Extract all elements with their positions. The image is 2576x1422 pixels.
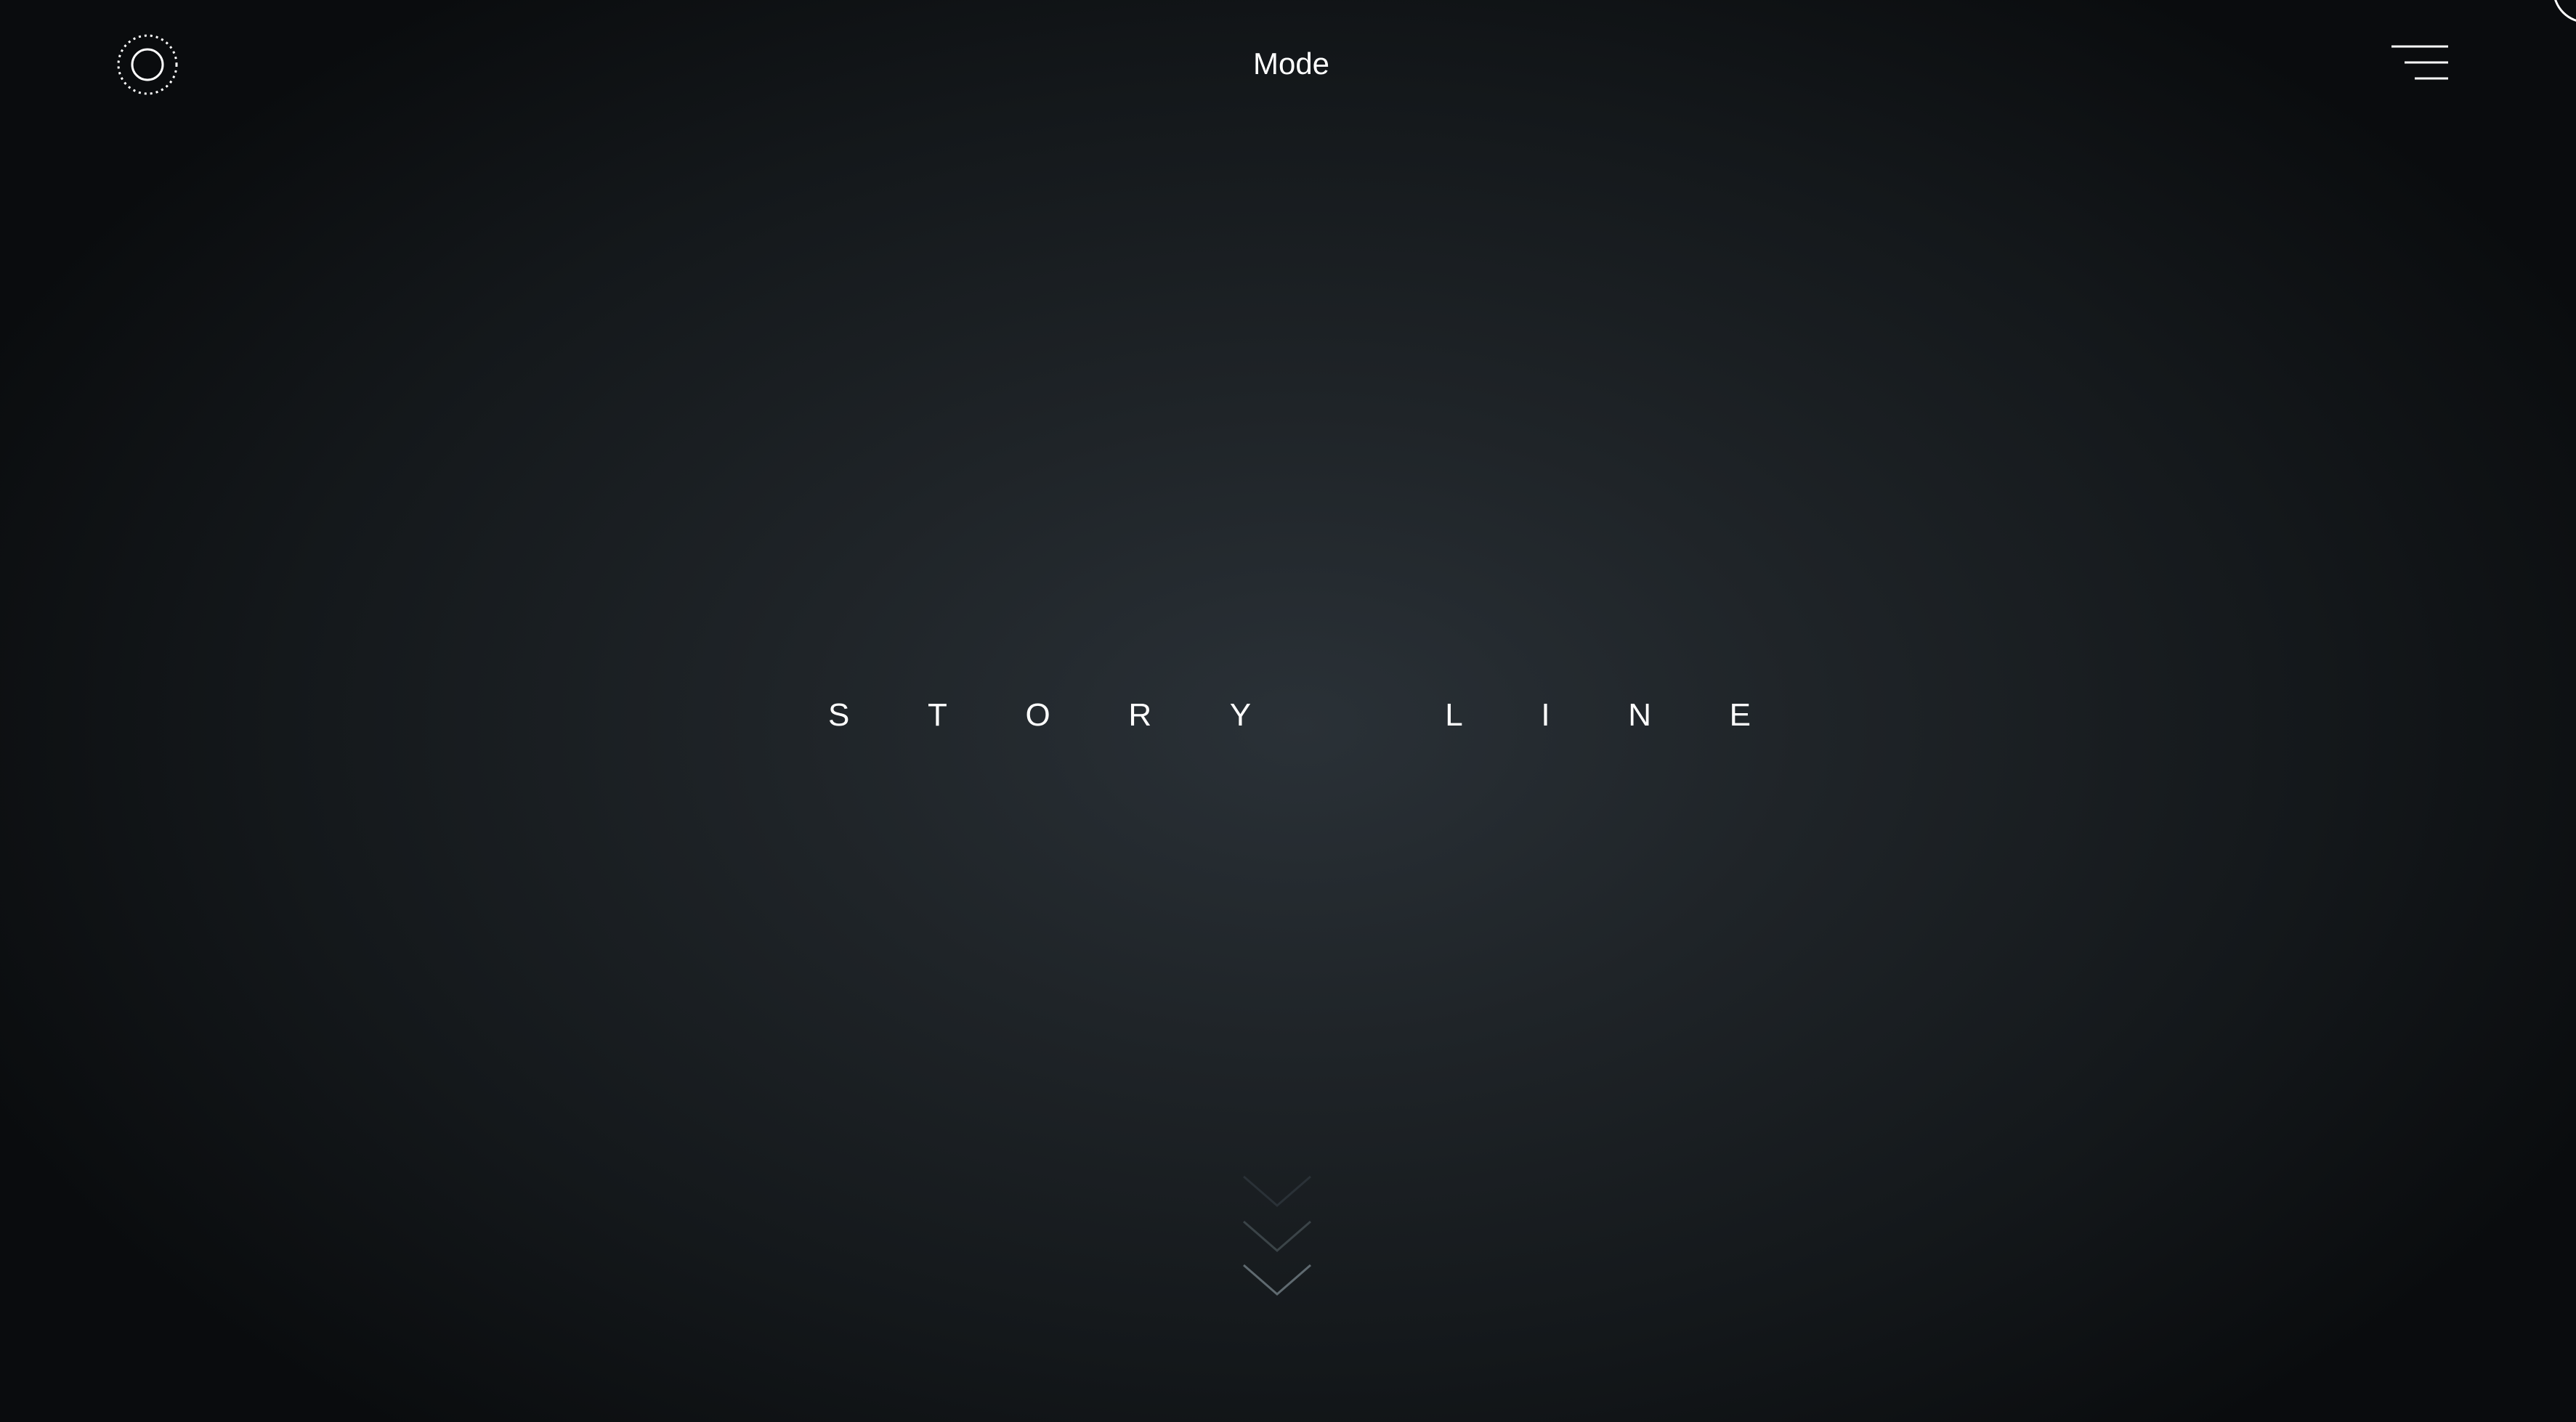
top-bar: Mode <box>0 0 2576 131</box>
page: Mode S T O R Y L I N E <box>0 0 2576 1422</box>
hero-letter: E <box>1729 697 1751 733</box>
logo-button[interactable] <box>116 33 179 97</box>
scroll-down-button[interactable] <box>1242 1162 1312 1300</box>
hamburger-menu-icon <box>2391 45 2448 80</box>
dotted-circle-logo-icon <box>117 34 178 95</box>
hero-letter: L <box>1445 697 1463 733</box>
menu-button[interactable] <box>2389 42 2451 86</box>
hero-letter: I <box>1541 697 1550 733</box>
hero-letter: R <box>1128 697 1152 733</box>
hero-letter: S <box>828 697 850 733</box>
chevron-down-icon <box>1243 1175 1311 1296</box>
hero-letter: O <box>1025 697 1050 733</box>
hero-letter: N <box>1628 697 1651 733</box>
hero-letter: T <box>927 697 947 733</box>
hero-title: S T O R Y L I N E <box>828 690 1751 741</box>
hero-letter: Y <box>1229 697 1252 733</box>
mode-title[interactable]: Mode <box>1177 42 1406 86</box>
